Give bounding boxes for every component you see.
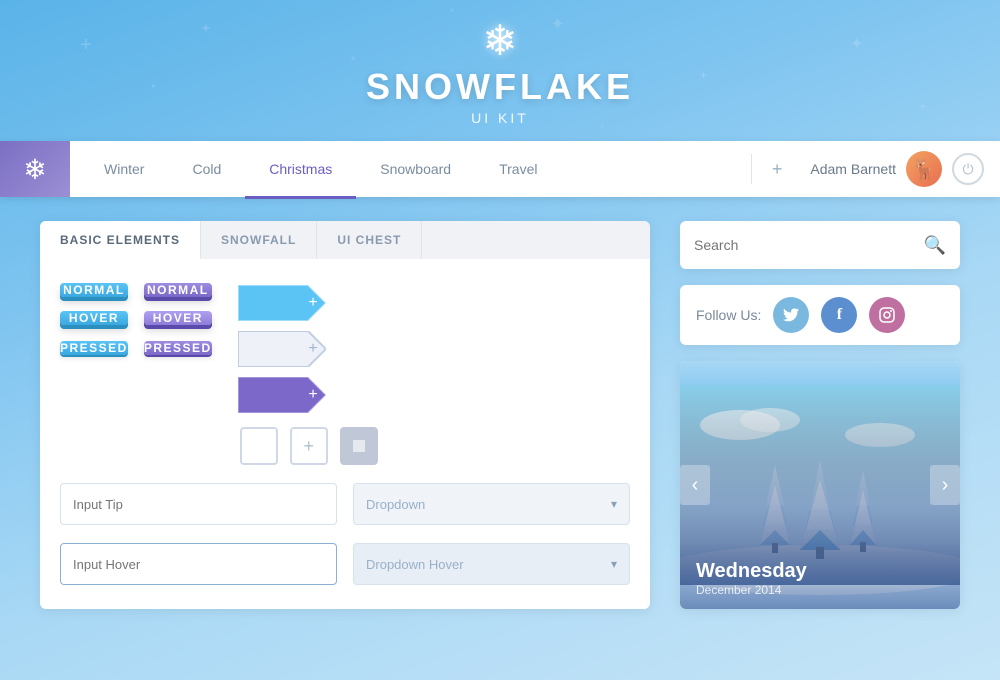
chevron-down-icon-2: ▾ [611, 557, 617, 571]
nav-link-christmas[interactable]: Christmas [245, 143, 356, 199]
header-snowflake-icon: ❄ [0, 20, 1000, 62]
sidebar-item-christmas[interactable]: Christmas [245, 141, 356, 197]
sidebar-item-cold[interactable]: Cold [168, 141, 245, 197]
dropdown-hover-field[interactable]: Dropdown Hover ▾ [353, 543, 630, 585]
panel-body: NORMAL HOVER PRESSED NORMAL HOVER PRESSE… [40, 259, 650, 609]
input-hover-field[interactable] [60, 543, 337, 585]
nav-link-cold[interactable]: Cold [168, 143, 245, 199]
input-tip-field[interactable] [60, 483, 337, 525]
search-input[interactable] [694, 237, 924, 253]
left-panel: BASIC ELEMENTS SNOWFALL UI CHEST NORMAL … [40, 221, 650, 609]
input-row-2: Dropdown Hover ▾ [60, 543, 630, 585]
dropdown-hover-label: Dropdown Hover [366, 557, 464, 572]
blue-pressed-button[interactable]: PRESSED [60, 341, 128, 355]
purple-normal-button[interactable]: NORMAL [144, 283, 212, 297]
navbar-username: Adam Barnett [810, 161, 896, 177]
follow-label: Follow Us: [696, 307, 761, 323]
card-next-button[interactable]: › [930, 465, 960, 505]
navbar-divider [751, 154, 752, 184]
navbar-add-button[interactable]: + [760, 159, 795, 180]
nav-link-travel[interactable]: Travel [475, 143, 561, 199]
page-title: SNOWFLAKE [0, 66, 1000, 108]
main-content: BASIC ELEMENTS SNOWFALL UI CHEST NORMAL … [0, 197, 1000, 633]
arrow-button-blue[interactable]: + [238, 285, 326, 321]
avatar[interactable]: 🦌 [906, 151, 942, 187]
twitter-button[interactable] [773, 297, 809, 333]
chevron-down-icon: ▾ [611, 497, 617, 511]
facebook-button[interactable]: f [821, 297, 857, 333]
nav-link-snowboard[interactable]: Snowboard [356, 143, 475, 199]
image-overlay: Wednesday December 2014 [680, 540, 960, 609]
sidebar-item-snowboard[interactable]: Snowboard [356, 141, 475, 197]
navbar-logo[interactable]: ❄ [0, 141, 70, 197]
right-panel: 🔍 Follow Us: f [680, 221, 960, 609]
icon-button-plus[interactable]: + [290, 427, 328, 465]
tab-basic-elements[interactable]: BASIC ELEMENTS [40, 221, 201, 259]
instagram-button[interactable] [869, 297, 905, 333]
nav-link-winter[interactable]: Winter [80, 143, 168, 199]
dropdown-field[interactable]: Dropdown ▾ [353, 483, 630, 525]
arrow-button-outline[interactable]: + [238, 331, 326, 367]
dropdown-label: Dropdown [366, 497, 425, 512]
icon-button-square[interactable] [340, 427, 378, 465]
navbar-nav: Winter Cold Christmas Snowboard Travel [70, 141, 743, 197]
purple-pressed-button[interactable]: PRESSED [144, 341, 212, 355]
image-placeholder: Wednesday December 2014 [680, 361, 960, 609]
search-icon[interactable]: 🔍 [924, 235, 946, 256]
input-row-1: Dropdown ▾ [60, 483, 630, 525]
card-day: Wednesday [696, 560, 944, 583]
card-prev-button[interactable]: ‹ [680, 465, 710, 505]
arrow-button-purple[interactable]: + [238, 377, 326, 413]
blue-normal-button[interactable]: NORMAL [60, 283, 128, 297]
sidebar-item-winter[interactable]: Winter [80, 141, 168, 197]
tab-snowfall[interactable]: SNOWFALL [201, 221, 317, 259]
purple-hover-button[interactable]: HOVER [144, 311, 212, 325]
power-button[interactable]: ⏻ [952, 153, 984, 185]
navbar-user: Adam Barnett 🦌 ⏻ [794, 151, 1000, 187]
icon-button-row: + [240, 427, 378, 465]
power-icon: ⏻ [962, 161, 973, 178]
sidebar-item-travel[interactable]: Travel [475, 141, 561, 197]
search-box: 🔍 [680, 221, 960, 269]
tab-ui-chest[interactable]: UI CHEST [317, 221, 422, 259]
image-card: Wednesday December 2014 ‹ › [680, 361, 960, 609]
panel-tabs: BASIC ELEMENTS SNOWFALL UI CHEST [40, 221, 650, 259]
icon-button-empty[interactable] [240, 427, 278, 465]
navbar-snowflake-icon: ❄ [23, 153, 46, 186]
follow-box: Follow Us: f [680, 285, 960, 345]
blue-hover-button[interactable]: HOVER [60, 311, 128, 325]
header: ❄ SNOWFLAKE UI KIT [0, 0, 1000, 141]
navbar: ❄ Winter Cold Christmas Snowboard Travel… [0, 141, 1000, 197]
page-subtitle: UI KIT [0, 110, 1000, 126]
card-date: December 2014 [696, 583, 944, 597]
